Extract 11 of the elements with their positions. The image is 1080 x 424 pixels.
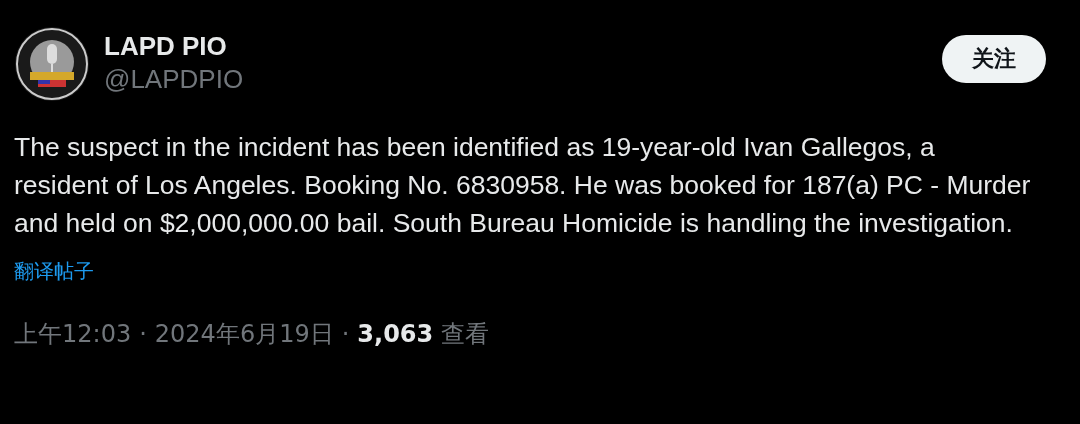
separator: · — [341, 320, 350, 348]
separator: · — [139, 320, 147, 348]
avatar-icon[interactable] — [14, 26, 90, 102]
view-count: 3,063 查看 — [357, 319, 489, 350]
translate-link[interactable]: 翻译帖子 — [14, 258, 94, 284]
post-text: The suspect in the incident has been identified as 19-year-old Ivan Gallegos, a resident of Los Angeles. Booking No. 6830958. He was booked for 187(a) PC - Murder and held on $2,000,000.00 bail. South Bureau Homicide is handling the investigation. — [14, 131, 1032, 240]
post-date[interactable]: 2024年6月19日 — [154, 318, 334, 350]
follow-button[interactable]: 关注 — [942, 35, 1046, 83]
post-time[interactable]: 上午12:03 — [14, 318, 132, 350]
author-name[interactable]: LAPD PIO — [104, 30, 928, 62]
author-handle[interactable]: @LAPDPIO — [104, 62, 928, 96]
